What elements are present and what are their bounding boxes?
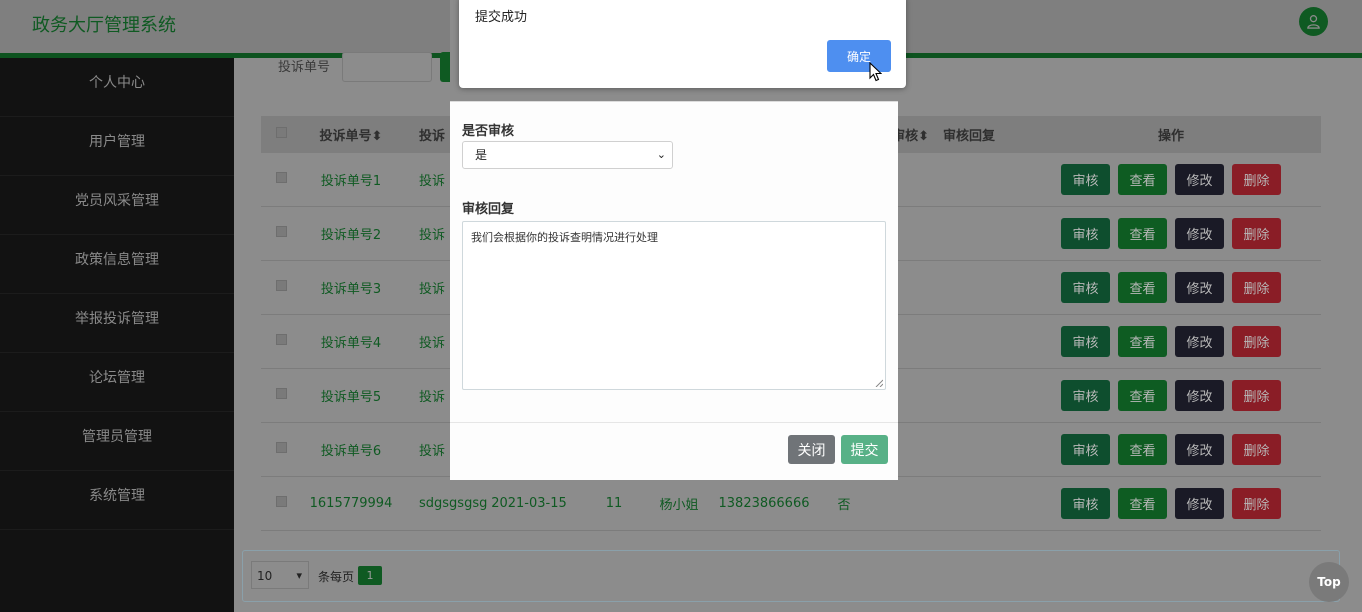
row-checkbox[interactable] <box>275 442 287 453</box>
sidebar-item-admin-management[interactable]: 管理员管理 <box>0 412 234 471</box>
delete-button[interactable]: 删除 <box>1232 434 1281 465</box>
reply-textarea[interactable]: 我们会根据你的投诉查明情况进行处理 <box>462 221 886 390</box>
search-bar: 投诉单号 <box>278 52 471 82</box>
alert-dialog: 提交成功 确定 <box>459 0 906 88</box>
cell-number: 11 <box>605 496 623 511</box>
edit-button[interactable]: 修改 <box>1175 326 1224 357</box>
resize-handle-icon[interactable] <box>875 379 883 387</box>
audit-field-label: 是否审核 <box>462 124 515 139</box>
row-checkbox[interactable] <box>275 496 287 507</box>
chevron-down-icon: ⌄ <box>656 148 666 161</box>
sidebar-item-forum[interactable]: 论坛管理 <box>0 353 234 412</box>
cell-date: 2021-03-15 <box>491 496 567 511</box>
delete-button[interactable]: 删除 <box>1232 326 1281 357</box>
sidebar-item-user-management[interactable]: 用户管理 <box>0 117 234 176</box>
submit-button[interactable]: 提交 <box>841 435 888 464</box>
edit-button[interactable]: 修改 <box>1175 380 1224 411</box>
audit-button[interactable]: 审核 <box>1061 272 1110 303</box>
sidebar-item-system-management[interactable]: 系统管理 <box>0 471 234 530</box>
cell-complaint-no: 投诉单号6 <box>320 444 382 459</box>
table-row: 1615779994 sdgsgsgsg 2021-03-15 11 杨小姐 138238… <box>261 477 1321 531</box>
edit-button[interactable]: 修改 <box>1175 434 1224 465</box>
audit-select[interactable]: 是 ⌄ <box>462 141 673 169</box>
back-to-top-button[interactable]: Top <box>1309 562 1349 602</box>
view-button[interactable]: 查看 <box>1118 272 1167 303</box>
row-checkbox[interactable] <box>275 172 287 183</box>
delete-button[interactable]: 删除 <box>1232 272 1281 303</box>
search-label: 投诉单号 <box>278 60 331 75</box>
audit-button[interactable]: 审核 <box>1061 434 1110 465</box>
reply-field-label: 审核回复 <box>462 202 515 217</box>
header-complaint-no[interactable]: 投诉单号⬍ <box>301 125 401 144</box>
view-button[interactable]: 查看 <box>1118 326 1167 357</box>
page-size-select[interactable]: 10 ▾ <box>251 561 309 589</box>
view-button[interactable]: 查看 <box>1118 218 1167 249</box>
view-button[interactable]: 查看 <box>1118 488 1167 519</box>
delete-button[interactable]: 删除 <box>1232 380 1281 411</box>
edit-button[interactable]: 修改 <box>1175 488 1224 519</box>
user-icon <box>1307 15 1320 29</box>
cell-complaint-no: 投诉单号5 <box>320 390 382 405</box>
cell-complaint-no: 投诉单号4 <box>320 336 382 351</box>
select-all-checkbox[interactable] <box>275 127 287 138</box>
sidebar-item-complaints[interactable]: 举报投诉管理 <box>0 294 234 353</box>
edit-button[interactable]: 修改 <box>1175 272 1224 303</box>
audit-button[interactable]: 审核 <box>1061 218 1110 249</box>
header-reply: 审核回复 <box>942 129 995 144</box>
per-page-label: 条每页 <box>318 570 355 584</box>
sidebar: 个人中心 用户管理 党员风采管理 政策信息管理 举报投诉管理 论坛管理 管理员管… <box>0 58 234 612</box>
row-checkbox[interactable] <box>275 388 287 399</box>
delete-button[interactable]: 删除 <box>1232 488 1281 519</box>
audit-button[interactable]: 审核 <box>1061 326 1110 357</box>
page-number-button[interactable]: 1 <box>358 566 382 585</box>
search-input[interactable] <box>342 52 433 82</box>
cell-name: sdgsgsgsg <box>419 496 488 511</box>
alert-message: 提交成功 <box>475 10 528 25</box>
cell-person: 杨小姐 <box>659 498 699 513</box>
audit-button[interactable]: 审核 <box>1061 380 1110 411</box>
cell-audit: 否 <box>837 498 851 513</box>
cell-complaint-no: 投诉单号3 <box>320 282 382 297</box>
view-button[interactable]: 查看 <box>1118 380 1167 411</box>
sidebar-item-party-members[interactable]: 党员风采管理 <box>0 176 234 235</box>
sidebar-item-policy-info[interactable]: 政策信息管理 <box>0 235 234 294</box>
sidebar-item-personal-center[interactable]: 个人中心 <box>0 58 234 117</box>
edit-button[interactable]: 修改 <box>1175 218 1224 249</box>
edit-button[interactable]: 修改 <box>1175 164 1224 195</box>
pagination: 10 ▾ 条每页 1 <box>242 550 1340 602</box>
app-title: 政务大厅管理系统 <box>32 15 176 36</box>
user-avatar[interactable] <box>1299 7 1328 36</box>
view-button[interactable]: 查看 <box>1118 434 1167 465</box>
mouse-cursor-icon <box>869 62 882 82</box>
chevron-down-icon: ▾ <box>296 569 302 582</box>
modal-body: 是否审核 是 ⌄ 审核回复 我们会根据你的投诉查明情况进行处理 <box>450 101 898 423</box>
row-checkbox[interactable] <box>275 334 287 345</box>
cell-complaint-no: 投诉单号2 <box>320 228 382 243</box>
row-checkbox[interactable] <box>275 280 287 291</box>
modal-footer: 关闭 提交 <box>450 422 898 480</box>
close-button[interactable]: 关闭 <box>788 435 835 464</box>
delete-button[interactable]: 删除 <box>1232 218 1281 249</box>
row-checkbox[interactable] <box>275 226 287 237</box>
delete-button[interactable]: 删除 <box>1232 164 1281 195</box>
audit-button[interactable]: 审核 <box>1061 164 1110 195</box>
header-operations: 操作 <box>1157 129 1184 144</box>
cell-complaint-no: 投诉单号1 <box>320 174 382 189</box>
view-button[interactable]: 查看 <box>1118 164 1167 195</box>
audit-button[interactable]: 审核 <box>1061 488 1110 519</box>
cell-phone: 13823866666 <box>718 496 810 511</box>
cell-complaint-no: 1615779994 <box>309 496 393 511</box>
